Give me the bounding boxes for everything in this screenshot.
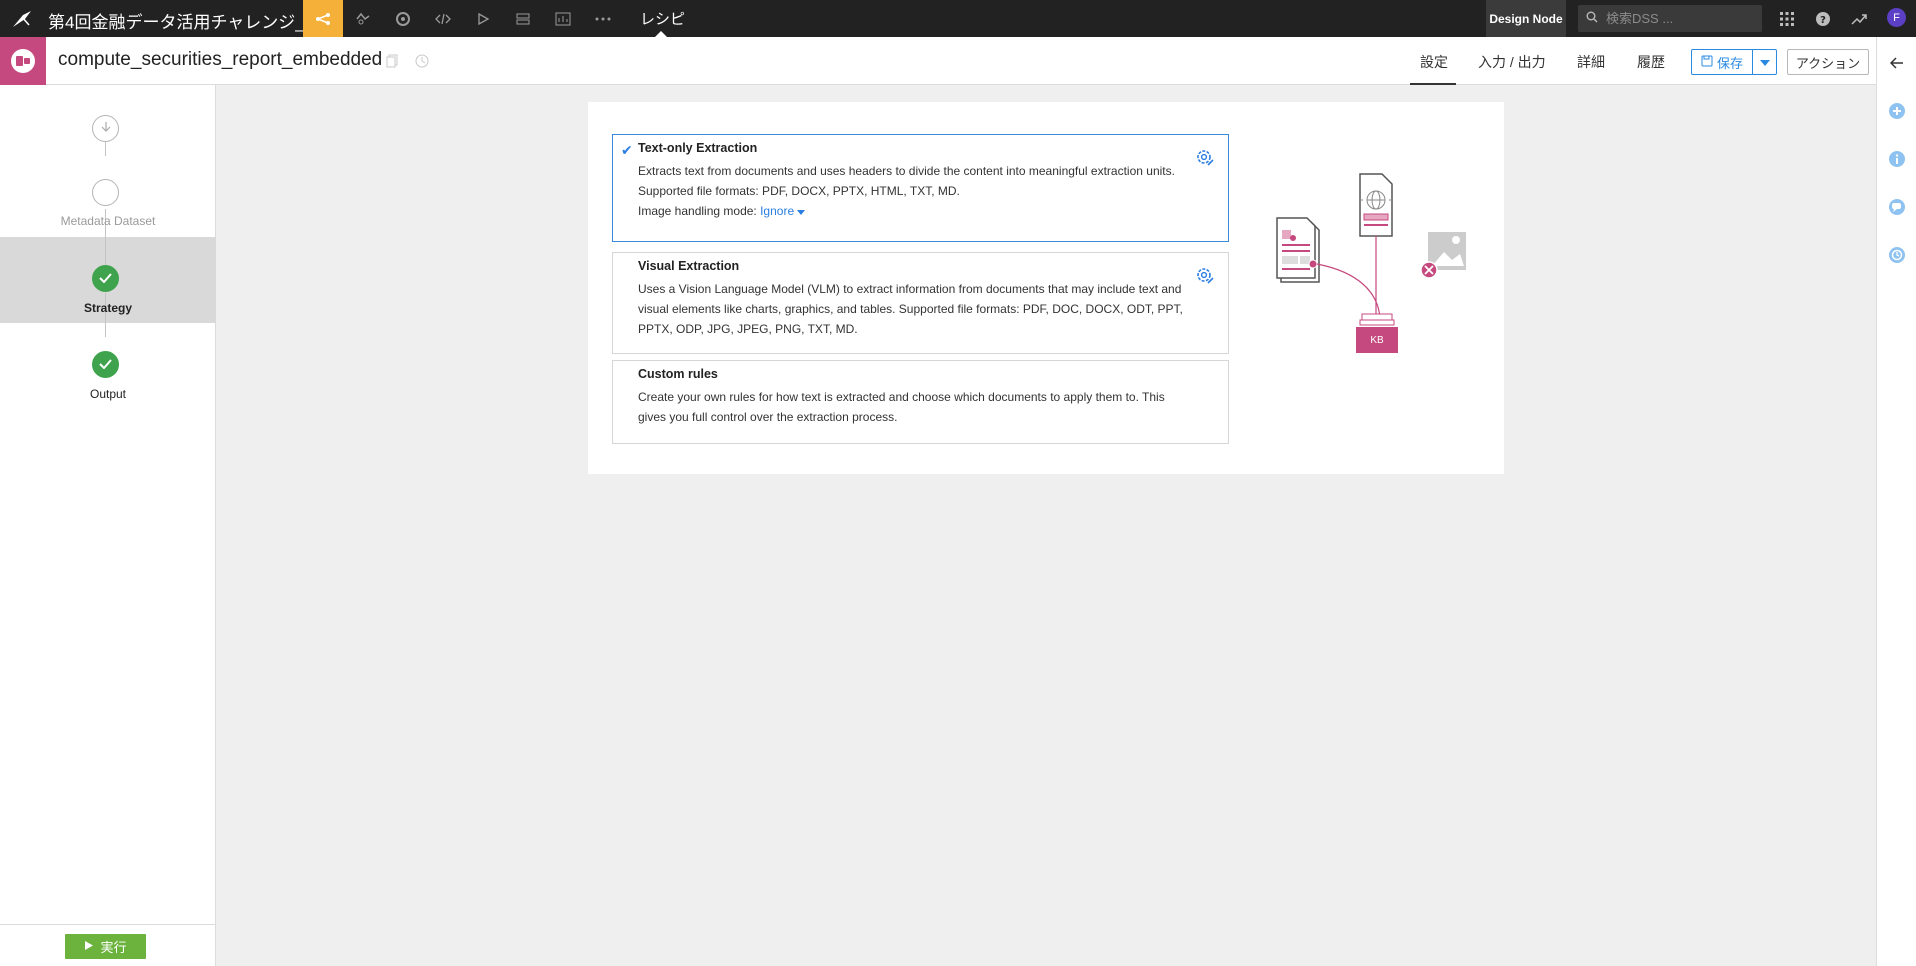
- lab-icon[interactable]: [343, 0, 383, 37]
- checkmark-icon: [99, 356, 112, 374]
- save-label: 保存: [1716, 55, 1743, 71]
- search-icon: [1586, 10, 1598, 28]
- sidebar-footer: 実行: [0, 924, 216, 966]
- extraction-strategy-panel: ✔ Text-only Extraction Extracts text fro…: [588, 102, 1504, 474]
- design-node-badge[interactable]: Design Node: [1486, 0, 1566, 37]
- option-description: Uses a Vision Language Model (VLM) to ex…: [638, 282, 1183, 336]
- add-plus-icon[interactable]: [1887, 101, 1907, 121]
- collapse-arrow-icon[interactable]: [1887, 53, 1907, 73]
- app-root: 第4回金融データ活用チャレンジ_ レシピ Design Node 検索DSS .…: [0, 0, 1916, 966]
- image-mode-dropdown[interactable]: Ignore: [760, 204, 806, 218]
- copy-icon[interactable]: [384, 53, 400, 69]
- project-title[interactable]: 第4回金融データ活用チャレンジ_: [48, 8, 305, 33]
- dashboard-icon[interactable]: [543, 0, 583, 37]
- ignored-image-icon: [1420, 232, 1466, 279]
- option-title: Visual Extraction: [638, 259, 740, 273]
- actions-button[interactable]: アクション: [1787, 49, 1869, 75]
- run-label: 実行: [100, 940, 127, 955]
- run-button[interactable]: 実行: [65, 934, 146, 959]
- right-rail: [1876, 37, 1916, 966]
- save-dropdown-toggle[interactable]: [1753, 49, 1777, 75]
- recipe-nav-tab[interactable]: レシピ: [640, 8, 685, 29]
- info-icon[interactable]: [1887, 149, 1907, 169]
- caret-down-icon: [797, 210, 806, 215]
- play-icon: [84, 939, 94, 954]
- selected-check-icon: ✔: [621, 142, 633, 158]
- kb-label: KB: [1370, 334, 1384, 346]
- tab-input-output[interactable]: 入力 / 出力: [1478, 52, 1546, 72]
- document-icon: [1276, 217, 1320, 283]
- code-icon[interactable]: [423, 0, 463, 37]
- recipe-type-icon: [0, 37, 46, 85]
- option-description: Extracts text from documents and uses he…: [638, 164, 1175, 198]
- step-label-output[interactable]: Output: [0, 387, 216, 401]
- settings-gear-icon[interactable]: [1196, 267, 1214, 285]
- option-visual-extraction[interactable]: Visual Extraction Uses a Vision Language…: [612, 252, 1229, 354]
- step-label-metadata[interactable]: Metadata Dataset: [0, 214, 216, 228]
- discussion-icon[interactable]: [1887, 197, 1907, 217]
- step-label-strategy[interactable]: Strategy: [0, 301, 216, 315]
- caret-down-icon: [1759, 53, 1770, 71]
- save-button[interactable]: 保存: [1691, 49, 1753, 75]
- help-icon[interactable]: ?: [1811, 7, 1835, 31]
- step-connector: [105, 319, 106, 337]
- tab-advanced[interactable]: 詳細: [1577, 52, 1605, 72]
- step-metadata-dataset[interactable]: [92, 179, 119, 206]
- recipe-steps-sidebar: Metadata Dataset Strategy Output 実行: [0, 85, 216, 966]
- option-custom-rules[interactable]: Custom rules Create your own rules for h…: [612, 360, 1229, 444]
- deploy-icon[interactable]: [383, 0, 423, 37]
- recipe-name[interactable]: compute_securities_report_embedded: [58, 49, 382, 71]
- checkmark-icon: [99, 270, 112, 288]
- more-icon[interactable]: [583, 0, 623, 37]
- image-mode-label: Image handling mode:: [638, 204, 757, 218]
- active-tab-indicator: [1410, 83, 1456, 85]
- settings-gear-icon[interactable]: [1196, 149, 1214, 167]
- dataiku-logo-icon[interactable]: [8, 6, 36, 32]
- image-mode-value: Ignore: [760, 204, 795, 218]
- tab-history[interactable]: 履歴: [1637, 52, 1665, 72]
- arrow-down-icon: [100, 120, 112, 138]
- save-disk-icon: [1701, 55, 1713, 70]
- tab-settings[interactable]: 設定: [1420, 52, 1448, 72]
- option-title: Custom rules: [638, 367, 718, 381]
- option-title: Text-only Extraction: [638, 141, 758, 155]
- apps-grid-icon[interactable]: [1775, 7, 1799, 31]
- image-handling-mode: Image handling mode: Ignore: [638, 204, 806, 218]
- option-description: Create your own rules for how text is ex…: [638, 390, 1165, 424]
- extraction-illustration: KB: [1268, 172, 1488, 372]
- web-document-icon: [1359, 173, 1393, 237]
- search-input[interactable]: [1606, 11, 1746, 26]
- flow-icon[interactable]: [303, 0, 343, 37]
- user-avatar[interactable]: F: [1887, 8, 1906, 27]
- option-text-only-extraction[interactable]: ✔ Text-only Extraction Extracts text fro…: [612, 134, 1229, 242]
- timeline-icon[interactable]: [1887, 245, 1907, 265]
- step-input-source[interactable]: [92, 115, 119, 142]
- run-icon[interactable]: [463, 0, 503, 37]
- activity-trend-icon[interactable]: [1847, 7, 1871, 31]
- history-clock-icon[interactable]: [414, 53, 430, 69]
- step-output[interactable]: [92, 351, 119, 378]
- top-navbar: 第4回金融データ活用チャレンジ_ レシピ Design Node 検索DSS .…: [0, 0, 1916, 37]
- save-button-group: 保存: [1691, 49, 1777, 75]
- global-search[interactable]: [1578, 5, 1762, 32]
- recipe-header: compute_securities_report_embedded 設定 入力…: [0, 37, 1876, 85]
- svg-text:?: ?: [1820, 15, 1826, 26]
- stack-icon[interactable]: [503, 0, 543, 37]
- step-strategy[interactable]: [92, 265, 119, 292]
